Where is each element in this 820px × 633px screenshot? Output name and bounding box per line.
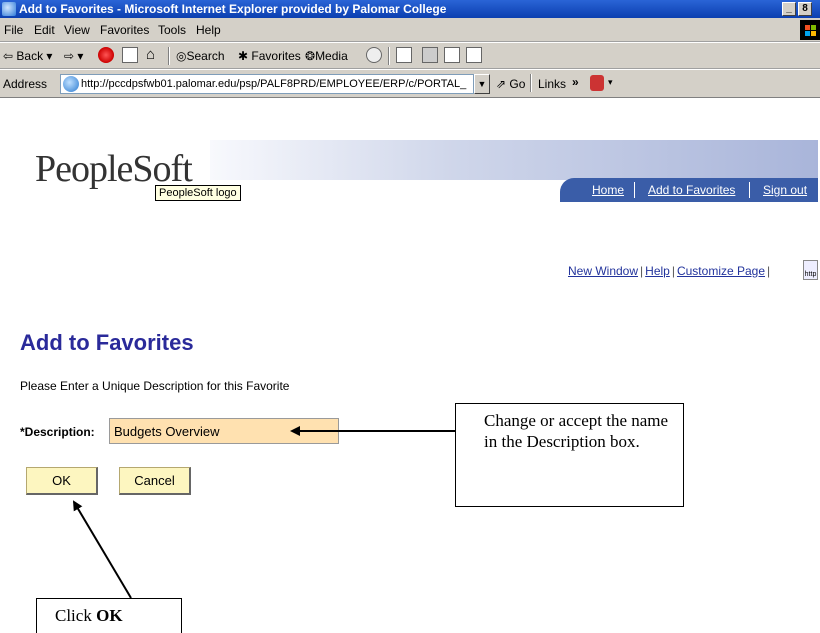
logo-tooltip: PeopleSoft logo: [155, 185, 241, 201]
go-button[interactable]: ⇗ Go: [496, 77, 525, 91]
description-label: *Description:: [20, 425, 95, 439]
page-links: New Window | Help | Customize Page |: [568, 264, 772, 278]
acrobat-dropdown-icon[interactable]: ▾: [608, 77, 613, 88]
description-callout: Change or accept the name in the Descrip…: [455, 403, 684, 507]
instruction-text: Please Enter a Unique Description for th…: [20, 379, 290, 393]
menu-view[interactable]: View: [64, 23, 90, 37]
toolbar-divider: [168, 47, 170, 65]
restore-button[interactable]: 8: [798, 2, 812, 16]
mail-icon[interactable]: [396, 47, 412, 63]
window-titlebar: Add to Favorites - Microsoft Internet Ex…: [0, 0, 820, 18]
search-button[interactable]: ◎Search: [176, 49, 225, 63]
minimize-button[interactable]: _: [782, 2, 796, 16]
nav-home[interactable]: Home: [592, 183, 624, 197]
http-icon[interactable]: http: [803, 260, 818, 280]
favorites-label: Favorites: [251, 49, 301, 63]
nav-divider: [749, 182, 750, 198]
menu-file[interactable]: File: [4, 23, 23, 37]
history-icon[interactable]: [366, 47, 382, 63]
address-bar: Address http://pccdpsfwb01.palomar.edu/p…: [0, 70, 820, 98]
link-divider: |: [671, 264, 675, 278]
ok-arrow: [72, 500, 132, 599]
ok-button[interactable]: OK: [26, 467, 98, 495]
menu-tools[interactable]: Tools: [158, 23, 186, 37]
links-label[interactable]: Links: [538, 77, 566, 91]
nav-divider: [634, 182, 635, 198]
description-input[interactable]: [109, 418, 339, 444]
browser-toolbar: ⇦ Back ▾ ⇨ ▾ ⌂ ◎Search ✱ Favorites ❂Medi…: [0, 43, 820, 69]
window-title: Add to Favorites - Microsoft Internet Ex…: [19, 2, 447, 16]
menu-favorites[interactable]: Favorites: [100, 23, 149, 37]
page-title: Add to Favorites: [20, 330, 194, 355]
back-label: Back: [16, 49, 44, 63]
media-button[interactable]: ❂Media: [305, 49, 348, 63]
stop-icon[interactable]: [98, 47, 114, 63]
windows-logo-icon: [800, 20, 820, 40]
toolbar-divider: [388, 47, 390, 65]
search-icon: ◎: [176, 49, 187, 63]
forward-button[interactable]: ⇨ ▾: [64, 49, 83, 63]
ok-callout-text: Click: [55, 606, 97, 625]
nav-sign-out[interactable]: Sign out: [763, 183, 807, 197]
new-window-link[interactable]: New Window: [568, 264, 638, 278]
menu-edit[interactable]: Edit: [34, 23, 55, 37]
favorites-button[interactable]: ✱ Favorites: [238, 49, 301, 63]
menu-help[interactable]: Help: [196, 23, 221, 37]
refresh-icon[interactable]: [122, 47, 138, 63]
toolbar-divider: [530, 74, 532, 92]
favorites-icon: ✱: [238, 49, 249, 63]
customize-page-link[interactable]: Customize Page: [677, 264, 765, 278]
media-icon: ❂: [305, 49, 316, 63]
go-label: Go: [509, 77, 526, 91]
search-label: Search: [186, 49, 225, 63]
links-chevron-icon[interactable]: »: [572, 75, 579, 89]
discuss-icon[interactable]: [466, 47, 482, 63]
header-band: [210, 140, 818, 180]
link-divider: |: [767, 264, 771, 278]
nav-add-to-favorites[interactable]: Add to Favorites: [648, 183, 735, 197]
address-url: http://pccdpsfwb01.palomar.edu/psp/PALF8…: [81, 78, 467, 90]
ok-callout-bold: OK: [96, 606, 123, 625]
media-label: Media: [315, 49, 348, 63]
back-button[interactable]: ⇦ Back ▾: [3, 49, 52, 63]
ie-app-icon: [2, 2, 16, 16]
address-dropdown-icon[interactable]: ▼: [474, 74, 490, 94]
home-icon[interactable]: ⌂: [146, 46, 155, 63]
help-link[interactable]: Help: [645, 264, 670, 278]
link-divider: |: [640, 264, 644, 278]
address-label: Address: [3, 77, 48, 91]
header-nav: Home Add to Favorites Sign out: [560, 178, 818, 202]
acrobat-icon[interactable]: [590, 75, 604, 91]
address-input[interactable]: http://pccdpsfwb01.palomar.edu/psp/PALF8…: [60, 74, 474, 94]
ie-page-icon: [63, 76, 79, 92]
print-icon[interactable]: [422, 47, 438, 63]
ok-callout: Click OK: [36, 598, 182, 633]
menu-bar: File Edit View Favorites Tools Help: [0, 18, 820, 42]
edit-icon[interactable]: [444, 47, 460, 63]
cancel-button[interactable]: Cancel: [119, 467, 191, 495]
